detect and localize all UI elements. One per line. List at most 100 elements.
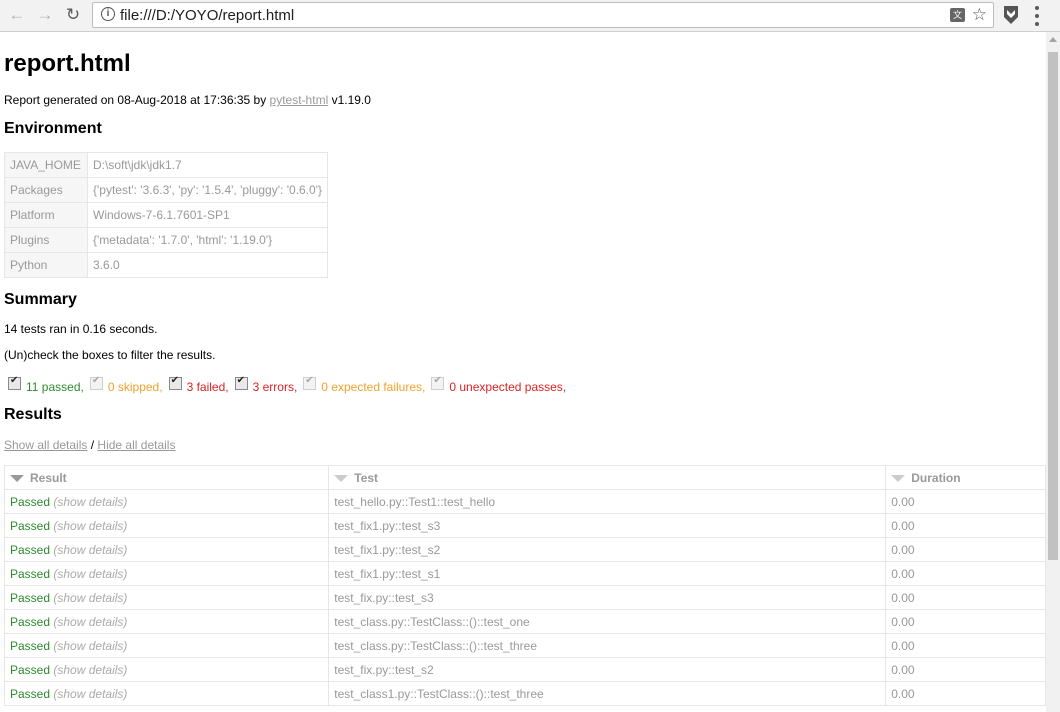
result-cell: Passed (show details) [3,489,330,514]
tests-ran-text: 14 tests ran in 0.16 seconds. [4,322,158,336]
duration-cell: 0.00 [885,657,1046,682]
result-cell: Passed (show details) [3,633,330,658]
show-details-link[interactable]: (show details) [53,495,127,509]
info-icon[interactable]: i [101,7,115,21]
reload-icon[interactable]: ↻ [62,4,84,26]
result-cell: Passed (show details) [3,657,330,682]
environment-value: {'metadata': '1.7.0', 'html': '1.19.0'} [87,227,328,253]
result-cell: Passed (show details) [3,609,330,634]
sort-icon [334,474,349,482]
translate-icon[interactable]: 文 [950,8,965,22]
generated-suffix: v1.19.0 [331,93,371,107]
environment-key: Plugins [4,227,88,253]
test-name-cell: test_fix1.py::test_s1 [328,561,887,586]
show-details-link[interactable]: (show details) [53,591,127,605]
hide-all-details-link[interactable]: Hide all details [97,438,175,452]
star-icon[interactable]: ☆ [972,5,987,25]
show-details-link[interactable]: (show details) [53,639,127,653]
vertical-scrollbar[interactable] [1046,32,1060,712]
result-status: Passed [10,614,51,629]
test-column-header[interactable]: Test [328,465,887,490]
environment-row: Python 3.6.0 [4,252,328,278]
address-bar[interactable]: i file:///D:/YOYO/report.html 文 ☆ [92,2,994,28]
browser-toolbar: ← → ↻ i file:///D:/YOYO/report.html 文 ☆ [0,0,1060,32]
result-status: Passed [10,542,51,557]
filter-item: 3 failed, [168,375,229,394]
result-row[interactable]: Passed (show details) test_fix1.py::test_… [3,513,1046,538]
result-row[interactable]: Passed (show details) test_class.py::Test… [3,633,1046,658]
environment-table: JAVA_HOME D:\soft\jdk\jdk1.7 Packages {'pyt… [4,152,328,278]
result-row[interactable]: Passed (show details) test_class.py::Test… [3,609,1046,634]
result-column-header[interactable]: Result [3,465,330,490]
filter-label: 0 expected failures [321,380,423,394]
test-name-cell: test_class1.py::TestClass::()::test_thre… [328,681,887,706]
filter-item: 0 unexpected passes, [431,375,566,394]
result-row[interactable]: Passed (show details) test_fix.py::test_s… [3,657,1046,682]
scroll-up-arrow-icon[interactable] [1049,37,1057,42]
filter-item: 0 skipped, [89,375,163,394]
filter-checkbox [303,375,317,390]
result-cell: Passed (show details) [3,561,330,586]
filter-hint-text: (Un)check the boxes to filter the result… [4,348,216,362]
environment-value: D:\soft\jdk\jdk1.7 [87,152,328,178]
menu-icon[interactable] [1034,6,1040,26]
environment-row: JAVA_HOME D:\soft\jdk\jdk1.7 [4,152,328,178]
environment-heading: Environment [4,120,102,137]
forward-icon[interactable]: → [34,4,56,26]
show-all-details-link[interactable]: Show all details [4,438,87,452]
show-details-link[interactable]: (show details) [53,687,127,701]
duration-cell: 0.00 [885,633,1046,658]
show-details-link[interactable]: (show details) [53,615,127,629]
result-status: Passed [10,638,51,653]
result-row[interactable]: Passed (show details) test_fix1.py::test_… [3,537,1046,562]
environment-key: Packages [4,177,88,203]
show-details-link[interactable]: (show details) [53,663,127,677]
results-header-row: Result Test Duration [3,465,1046,490]
scrollbar-thumb[interactable] [1048,52,1058,560]
environment-value: Windows-7-6.1.7601-SP1 [87,202,328,228]
sort-desc-icon [10,474,24,482]
filter-item: 0 expected failures, [303,375,425,394]
extension-icon[interactable] [1003,5,1019,25]
duration-cell: 0.00 [885,681,1046,706]
result-row[interactable]: Passed (show details) test_hello.py::Test… [3,489,1046,514]
report-page: report.html Report generated on 08-Aug-2… [0,32,1046,712]
result-row[interactable]: Passed (show details) test_fix1.py::test_… [3,561,1046,586]
filter-label: 0 unexpected passes [449,380,563,394]
details-toggle: Show all details / Hide all details [4,438,175,452]
duration-cell: 0.00 [885,489,1046,514]
test-name-cell: test_fix.py::test_s3 [328,585,887,610]
test-name-cell: test_hello.py::Test1::test_hello [328,489,887,514]
environment-key: Platform [4,202,88,228]
generated-info: Report generated on 08-Aug-2018 at 17:36… [4,93,371,107]
result-row[interactable]: Passed (show details) test_class1.py::Tes… [3,681,1046,706]
sort-icon [891,474,906,482]
test-name-cell: test_fix1.py::test_s2 [328,537,887,562]
pytest-html-link[interactable]: pytest-html [270,93,329,107]
duration-cell: 0.00 [885,585,1046,610]
filter-item: 3 errors, [234,375,297,394]
filter-checkbox[interactable] [168,375,182,390]
url-text[interactable]: file:///D:/YOYO/report.html [120,7,294,24]
result-row[interactable]: Passed (show details) test_fix.py::test_s… [3,585,1046,610]
summary-heading: Summary [4,291,77,308]
result-cell: Passed (show details) [3,585,330,610]
show-details-link[interactable]: (show details) [53,519,127,533]
filter-label: 0 skipped [107,380,160,394]
details-divider: / [90,438,95,452]
filter-checkbox[interactable] [234,375,248,390]
show-details-link[interactable]: (show details) [53,543,127,557]
result-status: Passed [10,518,51,533]
duration-column-header[interactable]: Duration [885,465,1046,490]
filter-checkbox [431,375,445,390]
page-title: report.html [4,50,131,77]
environment-value: {'pytest': '3.6.3', 'py': '1.5.4', 'plug… [87,177,328,203]
back-icon[interactable]: ← [6,4,28,26]
filter-checkbox [89,375,103,390]
show-details-link[interactable]: (show details) [53,567,127,581]
filter-checkbox[interactable] [8,375,21,390]
filter-item: 11 passed, [8,375,84,394]
test-name-cell: test_fix1.py::test_s3 [328,513,887,538]
result-filters: 11 passed, 0 skipped, 3 failed, 3 errors, 0 … [8,375,572,394]
result-status: Passed [10,494,51,509]
